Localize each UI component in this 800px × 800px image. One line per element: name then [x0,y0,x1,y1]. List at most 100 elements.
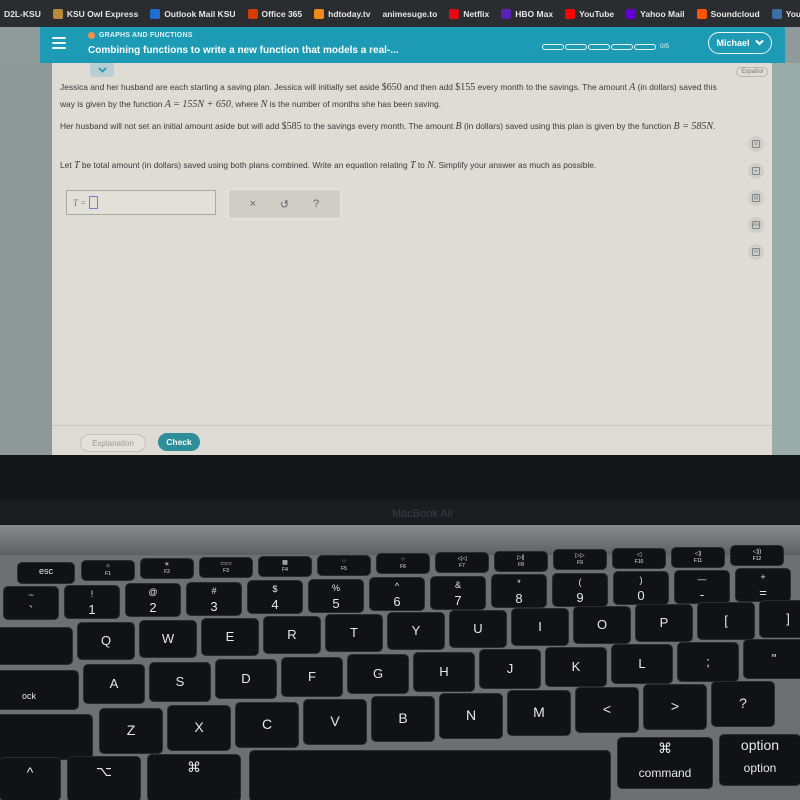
bookmarks-bar: D2L-KSU KSU Owl Express Outlook Mail KSU Of… [0,0,800,27]
explanation-button[interactable]: Explanation [80,434,146,452]
key-k[interactable]: K [546,647,606,686]
key-sym0[interactable]: ~ ` [4,587,58,619]
key-f12[interactable]: ◁)) F12 [731,546,783,566]
key-punct-7[interactable]: < [576,688,638,732]
bookmark-animesuge-to[interactable]: animesuge.to [382,9,437,19]
bookmark-youtube-to-mp3[interactable]: YouTube to MP3 -... [771,8,800,19]
key-1[interactable]: ! 1 [65,585,119,618]
key-j[interactable]: J [480,650,540,688]
key-l[interactable]: L [612,645,672,683]
key-y[interactable]: Y [388,613,444,649]
key-f5[interactable]: ⁘ F5 [318,555,370,575]
key-7[interactable]: & 7 [431,576,485,609]
key-9[interactable]: (9 [553,573,607,606]
key-8[interactable]: * 8 [492,575,546,607]
answer-field[interactable]: T = [66,190,216,215]
key-f6[interactable]: ⁘ F6 [377,554,429,574]
key-c[interactable]: C [236,703,298,747]
mail-button[interactable]: ✉ [748,244,764,260]
key-punct-9[interactable]: ; [678,642,738,681]
key-f10[interactable]: ◁ F10 [613,549,665,568]
key-sym11[interactable]: — - [675,570,729,603]
bookmark-youtube[interactable]: YouTube [565,8,614,19]
user-menu-button[interactable]: Michael [708,32,772,54]
key-caps-lock[interactable]: ock [0,671,78,709]
key-w[interactable]: W [140,621,196,657]
key-o[interactable]: O [574,607,630,643]
answer-input[interactable] [89,196,99,209]
key-punct-8[interactable]: > [644,685,706,729]
key-bracket-11[interactable]: ] [760,601,800,637]
bookmark-yahoo-mail[interactable]: Yahoo Mail [626,8,685,19]
key-d[interactable]: D [216,660,276,698]
key-h[interactable]: H [414,652,474,691]
clear-button[interactable]: × [244,198,262,210]
key-v[interactable]: V [304,700,366,744]
bookmark-label: YouTube to MP3 -... [785,8,800,19]
bookmark-soundcloud[interactable]: Soundcloud [696,8,760,19]
bookmark-hbo-max[interactable]: HBO Max [501,8,553,19]
key-p[interactable]: P [636,605,692,641]
bookmark-hdtoday-tv[interactable]: hdtoday.tv [314,8,370,19]
bookmark-outlook-mail-ksu[interactable]: Outlook Mail KSU [150,8,236,19]
key-option-left[interactable]: ⌥ [68,757,140,800]
key-5[interactable]: % 5 [309,579,363,612]
key-a[interactable]: A [84,665,144,703]
key-4[interactable]: $4 [248,581,302,613]
key-n[interactable]: N [440,694,502,738]
key-e[interactable]: E [202,619,258,655]
video-button[interactable]: ▸ [748,163,764,179]
key-f4[interactable]: ▦ F4 [259,556,311,576]
collapse-header-button[interactable] [90,63,114,77]
key-x[interactable]: X [168,706,230,750]
key-f1[interactable]: ☼ F1 [82,560,134,580]
key-tab[interactable] [0,628,72,664]
key-option-right[interactable]: option option [720,735,800,785]
calculator-button[interactable]: ⊘ [748,136,764,152]
key-b[interactable]: B [372,697,434,741]
bookmark-office-365[interactable]: Office 365 [247,8,302,19]
key-s[interactable]: S [150,662,210,701]
key-6[interactable]: ^ 6 [370,578,424,610]
key-i[interactable]: I [512,609,568,645]
key-f9[interactable]: ▷▷ F9 [554,550,606,570]
key-3[interactable]: #3 [187,582,241,615]
textbook-button[interactable]: ▤ [748,190,764,206]
key-shift-left[interactable] [0,715,92,759]
key-space[interactable] [250,751,610,800]
key-0[interactable]: ) 0 [614,572,668,604]
key-z[interactable]: Z [100,709,162,753]
key-f7[interactable]: ◁◁ F7 [436,552,488,572]
menu-icon[interactable] [52,37,66,49]
key-2[interactable]: @2 [126,584,180,616]
bookmark-netflix[interactable]: Netflix [449,8,489,19]
undo-button[interactable]: ↺ [275,198,293,211]
key-sym12[interactable]: + = [736,569,790,601]
key-f11[interactable]: ◁) F11 [672,547,724,567]
key-punct-10[interactable]: " [744,640,800,678]
key-bracket-10[interactable]: [ [698,603,754,639]
key-secondary-label: ⁘ [400,557,406,564]
dictionary-button[interactable]: Aa [748,217,764,233]
key-esc[interactable]: esc [18,563,74,583]
key-f2[interactable]: ☀ F2 [141,559,193,579]
key-punct-9[interactable]: ? [712,682,774,726]
bookmark-d2l-ksu[interactable]: D2L-KSU [4,9,41,19]
check-button[interactable]: Check [158,433,200,451]
bookmark-ksu-owl-express[interactable]: KSU Owl Express [52,8,138,19]
key-q[interactable]: Q [78,623,134,659]
key-f3[interactable]: ▭▭ F3 [200,558,252,578]
key-command-right[interactable]: ⌘ command [618,738,712,788]
key-f8[interactable]: ▷∥ F8 [495,551,547,571]
key-control[interactable]: ^ [0,758,60,800]
key-m[interactable]: M [508,691,570,735]
spanish-language-button[interactable]: Español [736,67,768,77]
key-g[interactable]: G [348,655,408,693]
key-u[interactable]: U [450,611,506,647]
key-f[interactable]: F [282,657,342,696]
key-t[interactable]: T [326,615,382,651]
key-label: W [161,631,175,646]
key-r[interactable]: R [264,617,320,653]
key-command-left[interactable]: ⌘ [148,755,240,800]
help-button[interactable]: ? [307,198,325,210]
